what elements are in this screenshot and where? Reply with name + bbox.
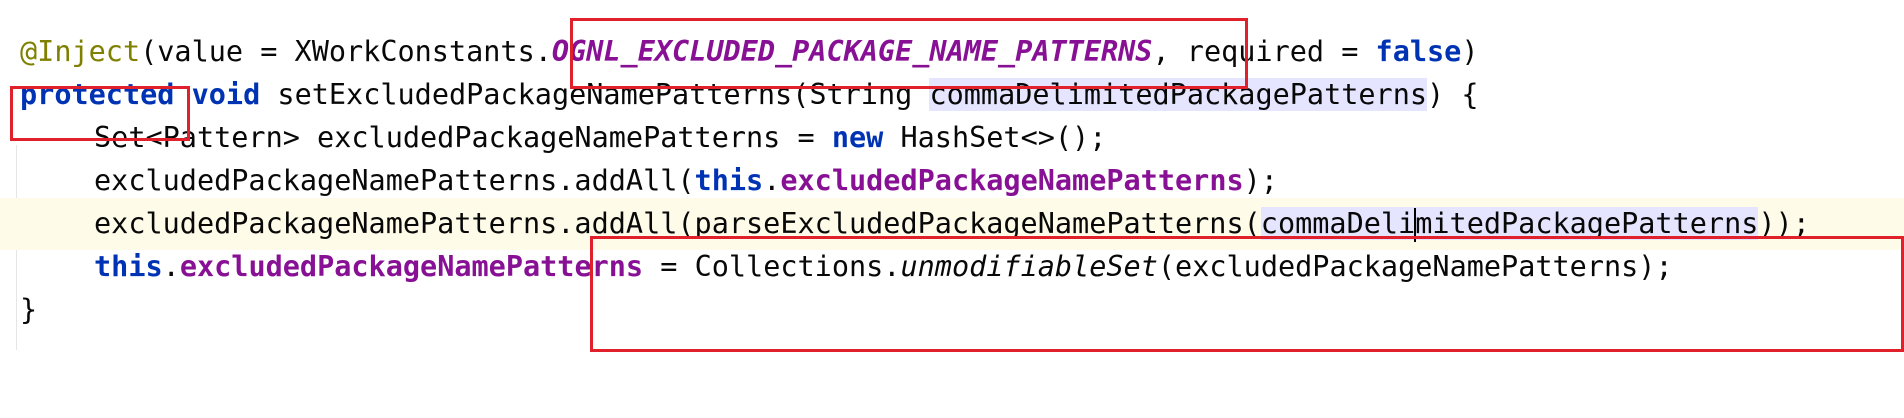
this-keyword-2: this bbox=[94, 250, 163, 283]
param-part-b: mitedPackagePatterns bbox=[1415, 207, 1759, 240]
excluded-patterns-constant: OGNL_EXCLUDED_PACKAGE_NAME_PATTERNS bbox=[551, 35, 1153, 68]
l4-start: excludedPackageNamePatterns.addAll( bbox=[94, 164, 695, 197]
parameter-usage: commaDelimitedPackagePatterns bbox=[1260, 207, 1759, 242]
l6-end: (excludedPackageNamePatterns); bbox=[1157, 250, 1673, 283]
method-signature: setExcludedPackageNamePatterns(String bbox=[260, 78, 930, 111]
l5-end: )); bbox=[1758, 207, 1810, 240]
l4-dot: . bbox=[763, 164, 781, 197]
this-keyword: this bbox=[694, 164, 764, 197]
protected-keyword: protected bbox=[20, 78, 175, 111]
param-part-a: commaDeli bbox=[1260, 207, 1416, 240]
method-parameter: commaDelimitedPackagePatterns bbox=[929, 78, 1428, 111]
false-keyword: false bbox=[1375, 35, 1462, 68]
l5-start: excludedPackageNamePatterns.addAll(parse… bbox=[94, 207, 1261, 240]
static-method-call: unmodifiableSet bbox=[900, 250, 1158, 283]
l6-dot: . bbox=[162, 250, 180, 283]
l1-close: ) bbox=[1461, 35, 1479, 68]
l1-open: (value = XWorkConstants. bbox=[140, 35, 552, 68]
l1-mid: , required = bbox=[1152, 35, 1376, 68]
code-line-6[interactable]: this.excludedPackageNamePatterns = Colle… bbox=[20, 241, 1673, 293]
closing-brace: } bbox=[20, 293, 38, 326]
l4-end: ); bbox=[1243, 164, 1278, 197]
code-line-7[interactable]: } bbox=[20, 284, 37, 336]
set-declaration: Set<Pattern> excludedPackageNamePatterns… bbox=[94, 121, 832, 154]
inject-annotation: @Inject bbox=[20, 35, 141, 68]
field-reference: excludedPackageNamePatterns bbox=[780, 164, 1244, 197]
l2-close: ) { bbox=[1427, 78, 1479, 111]
l6-mid: = Collections. bbox=[643, 250, 901, 283]
l3-rest: HashSet<>(); bbox=[883, 121, 1107, 154]
code-editor[interactable]: @Inject(value = XWorkConstants.OGNL_EXCL… bbox=[0, 0, 1904, 418]
new-keyword: new bbox=[831, 121, 884, 154]
void-keyword: void bbox=[191, 78, 261, 111]
field-assignment: excludedPackageNamePatterns bbox=[179, 250, 644, 283]
